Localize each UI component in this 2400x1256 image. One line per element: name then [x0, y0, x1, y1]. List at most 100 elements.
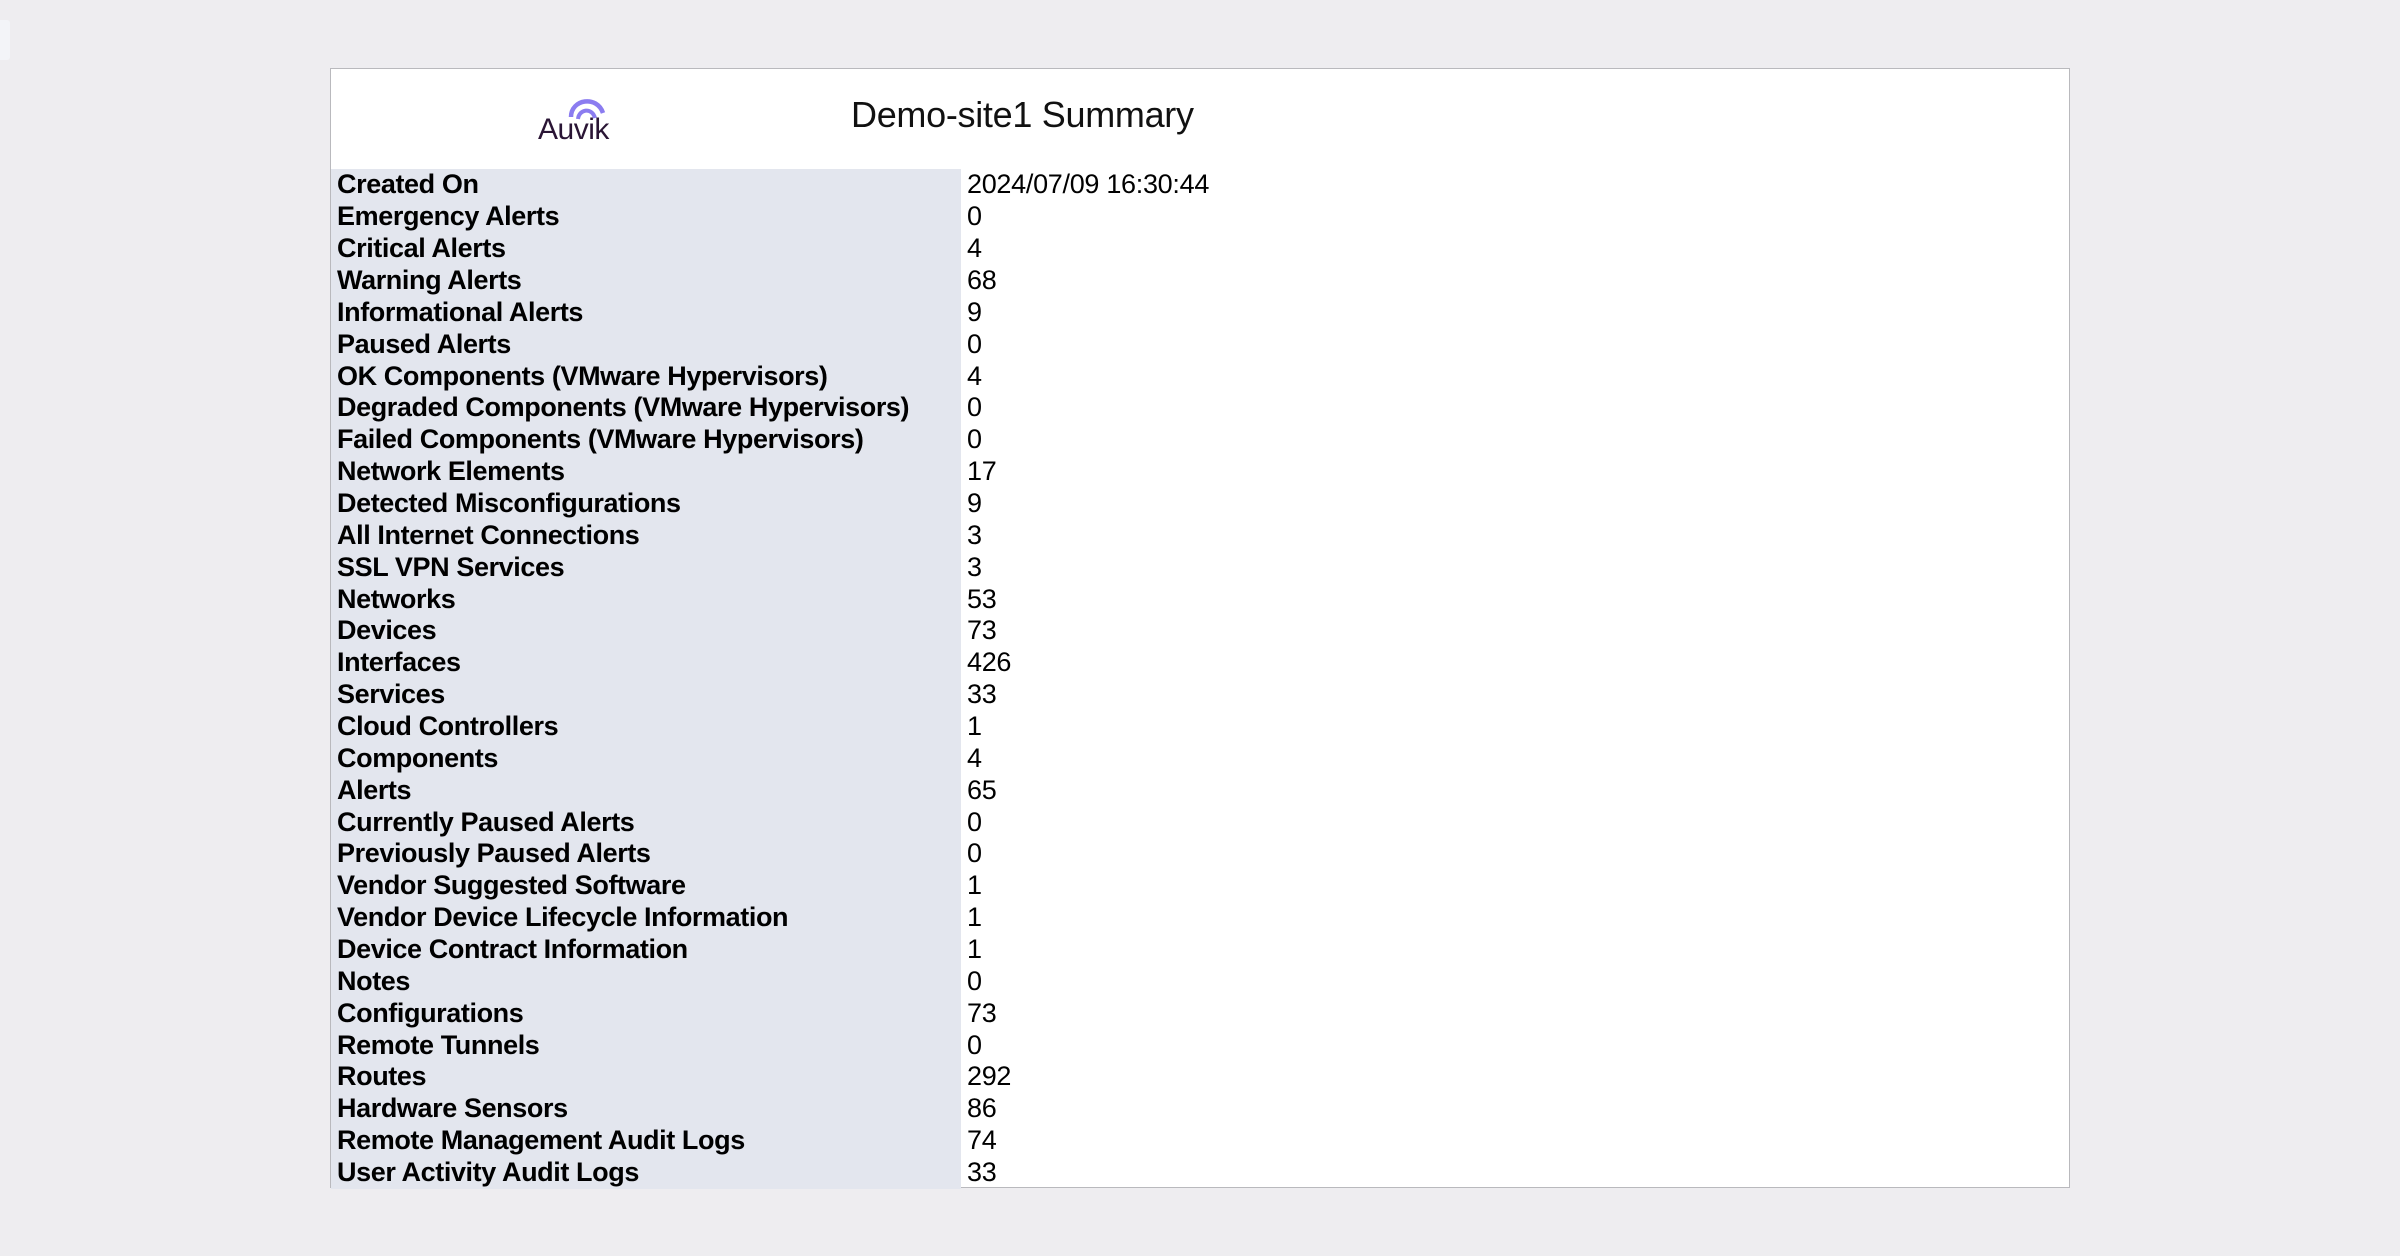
- side-panel-tab[interactable]: [0, 20, 10, 60]
- row-value: 1: [967, 902, 982, 933]
- row-label: Interfaces: [331, 646, 961, 679]
- row-label: Informational Alerts: [331, 296, 961, 329]
- table-row: Alerts 65: [331, 774, 1209, 807]
- report-header: Auvik Demo-site1 Summary: [331, 69, 2069, 169]
- row-value: 86: [967, 1093, 997, 1124]
- row-label: Devices: [331, 615, 961, 647]
- summary-table: Created On 2024/07/09 16:30:44 Emergency A…: [331, 169, 1209, 1189]
- row-value: 1: [967, 870, 982, 901]
- row-value: 9: [967, 296, 982, 327]
- table-row: Critical Alerts 4: [331, 232, 1209, 265]
- row-value: 53: [967, 583, 997, 614]
- auvik-logo: Auvik: [537, 91, 633, 143]
- table-row: Interfaces 426: [331, 646, 1209, 679]
- row-label: Vendor Suggested Software: [331, 869, 961, 902]
- row-label: Currently Paused Alerts: [331, 806, 961, 839]
- table-row: Degraded Components (VMware Hypervisors)…: [331, 392, 1209, 424]
- summary-table-body: Created On 2024/07/09 16:30:44 Emergency A…: [331, 169, 1209, 1189]
- row-label: SSL VPN Services: [331, 551, 961, 584]
- auvik-logo-text: Auvik: [538, 113, 610, 143]
- row-label: Routes: [331, 1061, 961, 1093]
- row-value: 4: [967, 742, 982, 773]
- table-row: Services 33: [331, 678, 1209, 711]
- row-label: Detected Misconfigurations: [331, 487, 961, 520]
- table-row: OK Components (VMware Hypervisors) 4: [331, 360, 1209, 393]
- row-label: Failed Components (VMware Hypervisors): [331, 423, 961, 456]
- row-value: 292: [967, 1061, 1012, 1092]
- table-row: Failed Components (VMware Hypervisors) 0: [331, 423, 1209, 456]
- row-value: 33: [967, 1157, 997, 1188]
- row-value: 73: [967, 997, 997, 1028]
- table-row: Detected Misconfigurations 9: [331, 487, 1209, 520]
- row-value: 2024/07/09 16:30:44: [967, 169, 1210, 200]
- table-row: Informational Alerts 9: [331, 296, 1209, 329]
- row-value: 65: [967, 774, 997, 805]
- table-row: Vendor Suggested Software 1: [331, 869, 1209, 902]
- table-row: Warning Alerts 68: [331, 264, 1209, 297]
- row-value: 74: [967, 1125, 997, 1156]
- row-label: Hardware Sensors: [331, 1092, 961, 1125]
- row-label: Components: [331, 742, 961, 775]
- table-row: Routes 292: [331, 1061, 1209, 1093]
- row-label: Created On: [331, 169, 961, 201]
- row-value: 0: [967, 328, 982, 359]
- row-label: All Internet Connections: [331, 519, 961, 552]
- row-value: 426: [967, 647, 1012, 678]
- row-value: 0: [967, 392, 982, 423]
- table-row: SSL VPN Services 3: [331, 551, 1209, 584]
- row-value: 0: [967, 806, 982, 837]
- row-label: Services: [331, 678, 961, 711]
- row-value: 4: [967, 233, 982, 264]
- row-label: Networks: [331, 583, 961, 616]
- summary-report: Auvik Demo-site1 Summary Created On 2024/…: [330, 68, 2070, 1189]
- row-label: Warning Alerts: [331, 264, 961, 297]
- row-value: 17: [967, 456, 997, 487]
- table-row: Cloud Controllers 1: [331, 710, 1209, 743]
- row-label: Critical Alerts: [331, 232, 961, 265]
- row-label: Cloud Controllers: [331, 710, 961, 743]
- table-row: Device Contract Information 1: [331, 933, 1209, 966]
- table-row: Emergency Alerts 0: [331, 200, 1209, 233]
- row-label: Previously Paused Alerts: [331, 838, 961, 870]
- table-row: Paused Alerts 0: [331, 328, 1209, 361]
- row-value: 3: [967, 519, 982, 550]
- row-label: Alerts: [331, 774, 961, 807]
- row-label: User Activity Audit Logs: [331, 1156, 961, 1189]
- page-title: Demo-site1 Summary: [851, 94, 1194, 135]
- table-row: Configurations 73: [331, 997, 1209, 1030]
- row-value: 4: [967, 360, 982, 391]
- row-value: 33: [967, 679, 997, 710]
- row-label: Device Contract Information: [331, 933, 961, 966]
- row-label: Network Elements: [331, 455, 961, 488]
- row-label: Remote Tunnels: [331, 1029, 961, 1062]
- table-row: Hardware Sensors 86: [331, 1092, 1209, 1125]
- row-value: 0: [967, 1029, 982, 1060]
- table-row: Network Elements 17: [331, 455, 1209, 488]
- table-row: Previously Paused Alerts 0: [331, 838, 1209, 870]
- row-value: 0: [967, 838, 982, 869]
- table-row: Currently Paused Alerts 0: [331, 806, 1209, 839]
- row-value: 68: [967, 265, 997, 295]
- table-row: All Internet Connections 3: [331, 519, 1209, 552]
- row-value: 1: [967, 934, 982, 965]
- table-row: Networks 53: [331, 583, 1209, 616]
- row-label: Notes: [331, 965, 961, 998]
- row-value: 9: [967, 488, 982, 519]
- table-row: Vendor Device Lifecycle Information 1: [331, 901, 1209, 934]
- table-row: Remote Management Audit Logs 74: [331, 1124, 1209, 1157]
- row-value: 73: [967, 615, 997, 646]
- row-value: 0: [967, 424, 982, 455]
- row-value: 3: [967, 551, 982, 582]
- row-value: 1: [967, 711, 982, 742]
- row-value: 0: [967, 201, 982, 232]
- row-label: Emergency Alerts: [331, 200, 961, 233]
- row-value: 0: [967, 965, 982, 996]
- row-label: Degraded Components (VMware Hypervisors): [331, 392, 961, 424]
- table-row: Created On 2024/07/09 16:30:44: [331, 169, 1209, 201]
- row-label: Configurations: [331, 997, 961, 1030]
- row-label: OK Components (VMware Hypervisors): [331, 360, 961, 393]
- table-row: User Activity Audit Logs 33: [331, 1156, 1209, 1189]
- table-row: Remote Tunnels 0: [331, 1029, 1209, 1062]
- auvik-logo-icon: Auvik: [538, 99, 611, 143]
- row-label: Remote Management Audit Logs: [331, 1124, 961, 1157]
